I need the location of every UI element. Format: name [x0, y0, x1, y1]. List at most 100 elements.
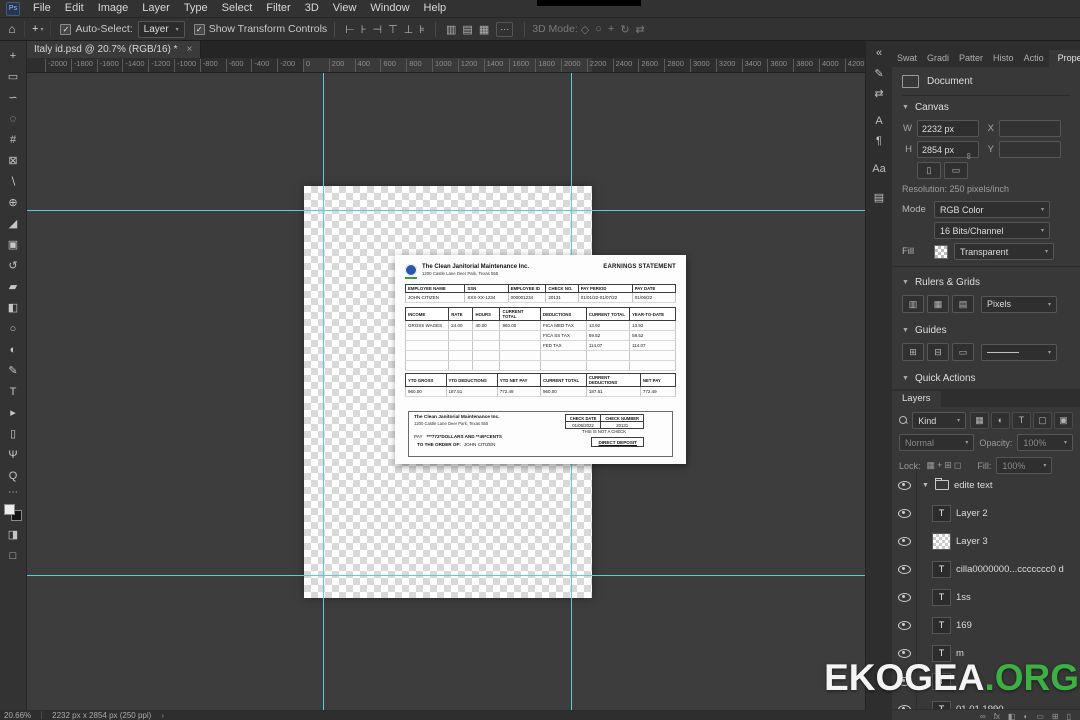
tab-histo[interactable]: Histo — [988, 50, 1019, 67]
canvas-area[interactable]: The Clean Janitorial Maintenance Inc. 12… — [26, 72, 866, 710]
layer-filter-dropdown[interactable]: Kind ▾ — [912, 412, 966, 429]
toggle-grid-button[interactable]: ▦ — [927, 295, 949, 313]
brush-tool-icon[interactable]: ◢ — [1, 213, 25, 234]
blend-mode-dropdown[interactable]: Normal ▾ — [899, 434, 975, 451]
swap-arrows-icon[interactable]: ⇄ — [867, 84, 891, 102]
menu-help[interactable]: Help — [417, 0, 454, 17]
mode-3d-icon[interactable]: ◇ — [578, 23, 592, 36]
foreground-color-swatch[interactable] — [4, 504, 15, 515]
clear-guides-button[interactable]: ▭ — [952, 343, 974, 361]
y-field[interactable] — [999, 141, 1061, 158]
menu-view[interactable]: View — [326, 0, 364, 17]
filter-icon[interactable]: ▢ — [1033, 412, 1052, 429]
visibility-toggle[interactable] — [892, 583, 917, 611]
clone-stamp-tool-icon[interactable]: ▣ — [1, 234, 25, 255]
chevron-right-icon[interactable]: › — [161, 711, 164, 720]
align-icon[interactable]: ⊣ — [369, 23, 385, 36]
filter-icon[interactable]: ▣ — [1054, 412, 1073, 429]
history-brush-tool-icon[interactable]: ↺ — [1, 255, 25, 276]
x-field[interactable] — [999, 120, 1061, 137]
menu-select[interactable]: Select — [215, 0, 260, 17]
landscape-orientation-button[interactable]: ▭ — [944, 162, 968, 179]
layers-footer-icon[interactable]: ▯ — [1067, 712, 1071, 720]
paragraph-panel-icon[interactable]: ¶ — [867, 132, 891, 150]
zoom-tool-icon[interactable]: Q — [1, 465, 25, 486]
type-tool-icon[interactable]: T — [1, 381, 25, 402]
lasso-tool-icon[interactable]: ∽ — [1, 87, 25, 108]
home-icon[interactable]: ⌂ — [0, 22, 24, 36]
lock-icon[interactable]: ⊞ — [943, 460, 953, 471]
collapse-panels-icon[interactable]: « — [867, 44, 891, 62]
color-mode-dropdown[interactable]: RGB Color ▾ — [934, 201, 1050, 218]
menu-type[interactable]: Type — [177, 0, 215, 17]
menu-file[interactable]: File — [26, 0, 58, 17]
more-options-icon[interactable]: ⋯ — [496, 21, 514, 37]
pen-tool-icon[interactable]: ✎ — [1, 360, 25, 381]
layers-footer-icon[interactable]: ◧ — [1008, 712, 1016, 720]
tab-patter[interactable]: Patter — [954, 50, 988, 67]
tab-properties[interactable]: Properties — [1048, 50, 1080, 67]
visibility-toggle[interactable] — [892, 499, 917, 527]
mode-3d-icon[interactable]: ↻ — [617, 23, 632, 36]
blur-tool-icon[interactable]: ○ — [1, 318, 25, 339]
hand-tool-icon[interactable]: Ψ — [1, 444, 25, 465]
menu-window[interactable]: Window — [363, 0, 416, 17]
tab-swat[interactable]: Swat — [892, 50, 922, 67]
gradient-tool-icon[interactable]: ◧ — [1, 297, 25, 318]
lock-guides-button[interactable]: ⊟ — [927, 343, 949, 361]
filter-icon[interactable]: ◐ — [991, 412, 1010, 429]
menu-filter[interactable]: Filter — [259, 0, 297, 17]
mode-3d-icon[interactable]: + — [605, 23, 617, 36]
rulers-grids-section-header[interactable]: ▼ Rulers & Grids — [902, 271, 1070, 293]
quick-actions-section-header[interactable]: ▼ Quick Actions — [902, 367, 1070, 389]
eyedropper-tool-icon[interactable]: ∖ — [1, 171, 25, 192]
path-selection-tool-icon[interactable]: ▸ — [1, 402, 25, 423]
screen-mode-icon[interactable]: □ — [1, 545, 25, 566]
close-icon[interactable]: × — [187, 44, 193, 55]
quick-selection-tool-icon[interactable]: ◌ — [1, 108, 25, 129]
filter-icon[interactable]: ▦ — [970, 412, 989, 429]
align-icon[interactable]: ⊤ — [385, 23, 401, 36]
canvas-fill-dropdown[interactable]: Transparent ▾ — [954, 243, 1054, 260]
guide-horizontal-top[interactable] — [26, 210, 866, 211]
toggle-guides-button[interactable]: ⊞ — [902, 343, 924, 361]
horizontal-ruler[interactable]: -2000 -1800 -1600 -1400 -1200 -1000 -800 -600 -4… — [26, 58, 866, 73]
guide-horizontal-bottom[interactable] — [26, 575, 866, 576]
eraser-tool-icon[interactable]: ▰ — [1, 276, 25, 297]
toggle-rulers-button[interactable]: ▥ — [902, 295, 924, 313]
layers-footer-icon[interactable]: ∞ — [980, 712, 986, 720]
auto-select-dropdown[interactable]: Layer ▾ — [137, 20, 185, 38]
grid-unit-dropdown[interactable]: Pixels ▾ — [981, 295, 1057, 313]
lock-icon[interactable]: ◻ — [953, 460, 962, 471]
brush-settings-icon[interactable]: ✎ — [867, 64, 891, 82]
edit-toolbar-icon[interactable]: ⋯ — [8, 486, 18, 499]
align-icon[interactable]: ⊧ — [416, 23, 428, 36]
guides-section-header[interactable]: ▼ Guides — [902, 319, 1070, 341]
tab-actio[interactable]: Actio — [1019, 50, 1049, 67]
dodge-tool-icon[interactable]: ◐ — [1, 339, 25, 360]
shape-tool-icon[interactable]: ▯ — [1, 423, 25, 444]
zoom-level[interactable]: 20.66% — [4, 711, 31, 720]
distribute-icon[interactable]: ▤ — [459, 23, 475, 36]
distribute-icon[interactable]: ▥ — [443, 23, 459, 36]
layer-row[interactable]: T 169 — [892, 611, 1080, 639]
visibility-toggle[interactable] — [892, 611, 917, 639]
crop-tool-icon[interactable]: # — [1, 129, 25, 150]
healing-brush-tool-icon[interactable]: ⊕ — [1, 192, 25, 213]
mode-3d-icon[interactable]: ○ — [592, 23, 605, 36]
visibility-toggle[interactable] — [892, 527, 917, 555]
align-icon[interactable]: ⊢ — [342, 23, 358, 36]
layers-footer-icon[interactable]: ⊞ — [1052, 712, 1059, 720]
grid-settings-button[interactable]: ▤ — [952, 295, 974, 313]
menu-image[interactable]: Image — [91, 0, 136, 17]
paystub-layer[interactable]: The Clean Janitorial Maintenance Inc. 12… — [395, 255, 686, 464]
filter-icon[interactable]: T — [1012, 412, 1031, 429]
visibility-toggle[interactable] — [892, 471, 917, 499]
layer-row[interactable]: ▼ edite text — [892, 471, 1080, 499]
transform-controls-checkbox[interactable]: ✓ — [193, 23, 205, 35]
menu-edit[interactable]: Edit — [58, 0, 91, 17]
layer-row[interactable]: Layer 3 — [892, 527, 1080, 555]
tab-layers[interactable]: Layers — [892, 391, 941, 407]
bit-depth-dropdown[interactable]: 16 Bits/Channel ▾ — [934, 222, 1050, 239]
layers-footer-icon[interactable]: fx — [994, 712, 1000, 720]
